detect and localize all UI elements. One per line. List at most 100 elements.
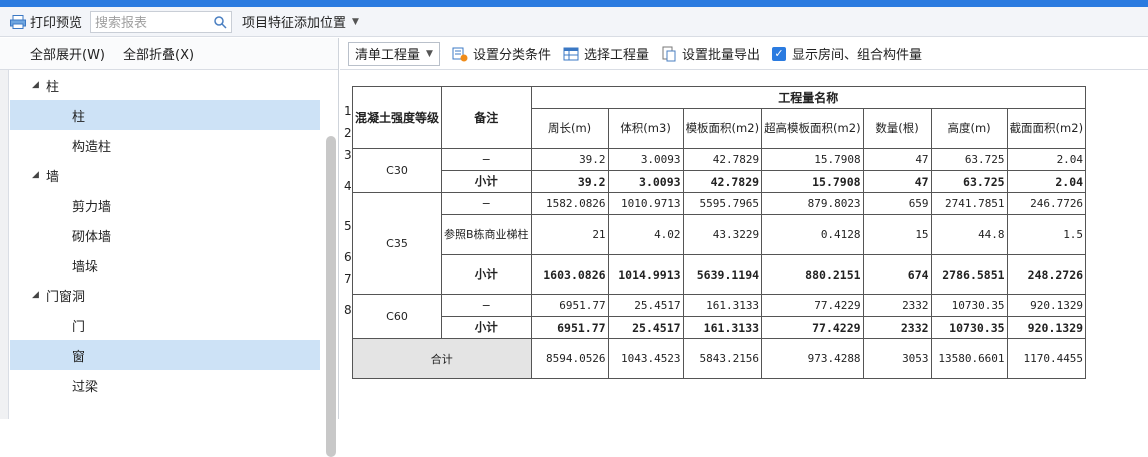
- tree-item-label: 构造柱: [72, 139, 112, 155]
- value-cell: 15.7908: [761, 148, 864, 171]
- collapse-all-button[interactable]: 全部折叠(X): [123, 44, 194, 63]
- table-select-icon: [563, 47, 579, 60]
- header-note: 备注: [441, 86, 532, 149]
- tree-group[interactable]: ◢ 柱: [10, 70, 328, 100]
- table-row[interactable]: 小计 6951.77 25.4517 161.3133 77.4229 2332 10730…: [353, 316, 1087, 339]
- value-cell: 248.2726: [1006, 254, 1087, 295]
- report-toolbar: 清单工程量 ▼ 设置分类条件 选择工程量 设置批量导出 ✓ 显示房间、组合构件量: [340, 38, 1148, 70]
- tree-scrollbar[interactable]: [326, 136, 336, 457]
- tree-item[interactable]: 墙垛: [10, 250, 328, 280]
- value-cell: 39.2: [530, 170, 609, 193]
- tree-group[interactable]: ◢ 门窗洞: [10, 280, 328, 310]
- row-number: 8: [344, 303, 352, 317]
- row-number: 3: [344, 148, 352, 162]
- print-preview-button[interactable]: 打印预览: [10, 12, 82, 31]
- chevron-down-icon: ▼: [426, 48, 433, 59]
- tree-item[interactable]: 门: [10, 310, 328, 340]
- tree-item[interactable]: 柱: [10, 100, 320, 130]
- collapse-arrow-icon[interactable]: ◢: [32, 80, 46, 90]
- tree-item-label: 墙垛: [72, 259, 99, 275]
- value-cell: 2741.7851: [930, 192, 1008, 215]
- chevron-down-icon: ▼: [352, 16, 359, 27]
- value-cell: 42.7829: [682, 148, 763, 171]
- value-cell: 3.0093: [607, 170, 684, 193]
- value-cell: 77.4229: [761, 294, 864, 317]
- show-rooms-checkbox[interactable]: ✓ 显示房间、组合构件量: [771, 44, 922, 63]
- print-preview-label: 打印预览: [30, 16, 83, 31]
- table-row[interactable]: C35−1582.0826 1010.9713 5595.7965 879.8023 6…: [351, 192, 1087, 295]
- value-cell: 920.1329: [1006, 316, 1087, 339]
- value-cell: 5843.2156: [682, 338, 763, 379]
- value-cell: 5639.1194: [682, 254, 763, 295]
- table-row[interactable]: 参照B栋商业梯柱 21 4.02 43.3229 0.4128 15 44.8 1.5: [353, 214, 1087, 255]
- select-quantity-button[interactable]: 选择工程量: [563, 44, 649, 63]
- grade-cell: C30: [351, 148, 443, 193]
- tree-item[interactable]: 过梁: [10, 370, 328, 400]
- value-cell: 2.04: [1006, 170, 1087, 193]
- row-number: 7: [344, 272, 352, 286]
- search-icon[interactable]: [213, 15, 227, 29]
- value-cell: 880.2151: [761, 254, 864, 295]
- row-number: 1: [344, 104, 352, 118]
- table-row[interactable]: 小计 1603.0826 1014.9913 5639.1194 880.2151 674…: [353, 254, 1087, 295]
- table-total-row[interactable]: 合计 8594.0526 1043.4523 5843.2156 973.4288 305…: [352, 338, 1087, 379]
- search-input[interactable]: 搜索报表: [90, 10, 233, 33]
- collapse-arrow-icon[interactable]: ◢: [32, 170, 46, 180]
- tree-item-label: 窗: [72, 349, 86, 365]
- value-cell: 246.7726: [1006, 192, 1087, 215]
- value-cell: 15.7908: [761, 170, 864, 193]
- value-cell: 1014.9913: [607, 254, 684, 295]
- row-number: 6: [344, 250, 352, 264]
- tree-item-label: 剪力墙: [72, 199, 112, 215]
- value-cell: 161.3133: [682, 294, 763, 317]
- total-label: 合计: [352, 338, 532, 379]
- value-cell: 1043.4523: [607, 338, 684, 379]
- row-number: 5: [344, 219, 352, 233]
- table-row[interactable]: 小计 39.2 3.0093 42.7829 15.7908 47 63.725 2.04: [353, 170, 1087, 193]
- value-cell: 5595.7965: [682, 192, 763, 215]
- table-row[interactable]: C60−6951.77 25.4517 161.3133 77.4229 2332 107…: [351, 294, 1087, 339]
- tree-item-label: 柱: [46, 79, 60, 95]
- grade-cell: C60: [351, 294, 443, 339]
- quantity-type-select[interactable]: 清单工程量 ▼: [348, 41, 440, 66]
- value-cell: 21: [530, 214, 609, 255]
- search-placeholder: 搜索报表: [95, 16, 148, 31]
- table-row[interactable]: C30−39.2 3.0093 42.7829 15.7908 47 63.725 2.04: [351, 148, 1087, 193]
- feature-position-dropdown[interactable]: 项目特征添加位置 ▼: [242, 12, 359, 31]
- note-cell: 参照B栋商业梯柱: [441, 214, 532, 255]
- value-cell: 2332: [862, 316, 932, 339]
- title-bar-strip: [0, 0, 1148, 7]
- column-header: 高度(m): [930, 108, 1008, 149]
- value-cell: 15: [862, 214, 932, 255]
- left-gutter: [0, 70, 9, 419]
- value-cell: 63.725: [930, 148, 1008, 171]
- tree-group[interactable]: ◢ 墙: [10, 160, 328, 190]
- column-header: 体积(m3): [607, 108, 684, 149]
- value-cell: 1.5: [1006, 214, 1087, 255]
- value-cell: 42.7829: [682, 170, 763, 193]
- tree-item-label: 柱: [72, 109, 86, 125]
- expand-all-button[interactable]: 全部展开(W): [30, 44, 105, 63]
- collapse-arrow-icon[interactable]: ◢: [32, 290, 46, 300]
- value-cell: 2786.5851: [930, 254, 1008, 295]
- value-cell: 47: [862, 170, 932, 193]
- value-cell: 3.0093: [607, 148, 684, 171]
- value-cell: 25.4517: [607, 316, 684, 339]
- batch-export-button[interactable]: 设置批量导出: [661, 44, 760, 63]
- value-cell: 161.3133: [682, 316, 763, 339]
- value-cell: 6951.77: [530, 294, 609, 317]
- tree-item[interactable]: 剪力墙: [10, 190, 328, 220]
- left-panel: 全部展开(W) 全部折叠(X) ◢ 柱柱构造柱 ◢ 墙剪力墙 砌体墙 墙垛 ◢ 门窗洞门窗过梁: [0, 38, 339, 457]
- tree-item[interactable]: 砌体墙: [10, 220, 328, 250]
- set-category-label: 设置分类条件: [472, 48, 551, 63]
- column-header: 截面面积(m2): [1006, 108, 1087, 149]
- note-cell: 小计: [441, 316, 532, 339]
- set-category-button[interactable]: 设置分类条件: [452, 44, 551, 63]
- tree-item[interactable]: 窗: [10, 340, 320, 370]
- column-header: 数量(根): [862, 108, 932, 149]
- value-cell: 1582.0826: [530, 192, 609, 215]
- value-cell: 920.1329: [1006, 294, 1087, 317]
- value-cell: 63.725: [930, 170, 1008, 193]
- note-cell: −: [441, 294, 532, 317]
- tree-item[interactable]: 构造柱: [10, 130, 328, 160]
